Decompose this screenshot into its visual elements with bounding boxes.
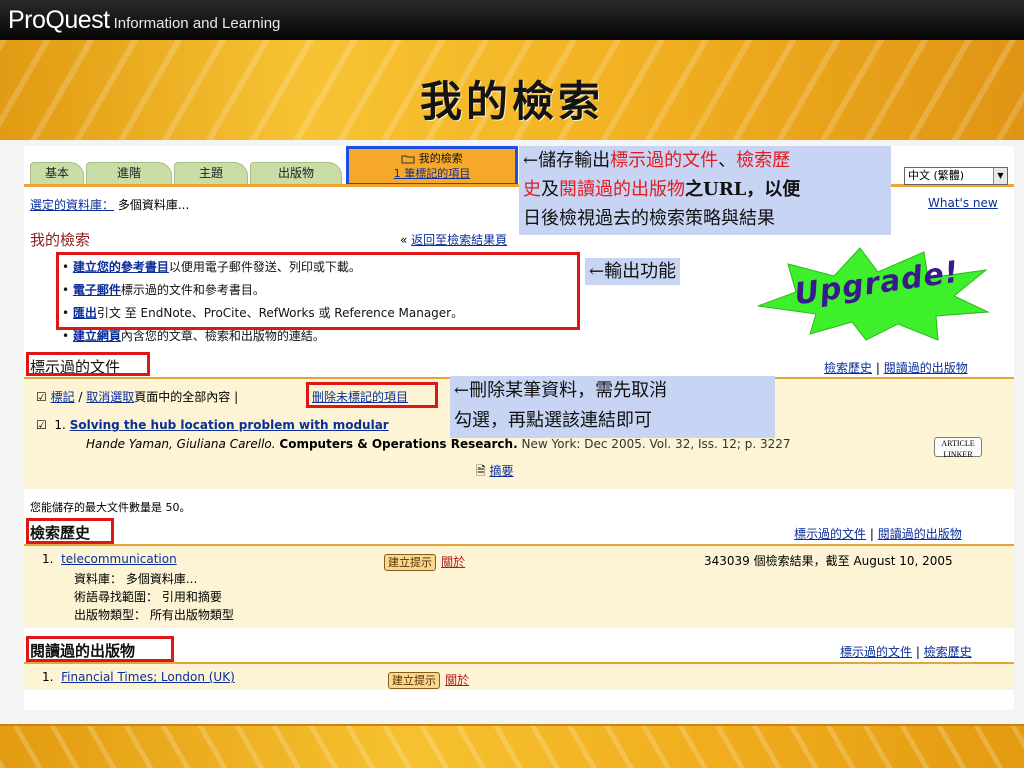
- read-pub-actions: 建立提示 關於: [388, 669, 469, 689]
- history-scope: 術語尋找範圍： 引用和摘要: [74, 590, 222, 604]
- slide-title: 我的檢索: [419, 77, 604, 126]
- language-select[interactable]: 中文 (繁體) ▼: [904, 167, 1008, 185]
- history-nav: 標示過的文件 | 閱讀過的出版物: [794, 527, 962, 541]
- max-docs-note: 您能儲存的最大文件數量是 50。: [30, 501, 191, 514]
- whats-new-link[interactable]: What's new: [928, 196, 998, 210]
- create-alert-button[interactable]: 建立提示: [384, 554, 436, 571]
- mark-all-link[interactable]: 標記: [51, 390, 75, 404]
- back-to-results-link[interactable]: 返回至檢索結果頁: [411, 233, 507, 247]
- read-pub-item: 1. Financial Times; London (UK): [42, 670, 235, 684]
- create-alert-button-2[interactable]: 建立提示: [388, 672, 440, 689]
- marked-items-count-link[interactable]: 1 筆標記的項目: [349, 166, 515, 181]
- back-to-results: « 返回至檢索結果頁: [400, 233, 508, 247]
- document-icon: 🗎: [476, 464, 486, 478]
- save-callout: ←儲存輸出標示過的文件、檢索歷 史及閱讀過的出版物之URL，以便 日後檢視過去的…: [519, 146, 891, 235]
- tab-publications[interactable]: 出版物: [250, 162, 342, 184]
- marked-docs-highlight: [26, 352, 150, 376]
- chevron-down-icon: ▼: [993, 168, 1007, 184]
- history-result-count: 343039 個檢索結果，截至 August 10, 2005: [704, 554, 953, 568]
- abstract: 🗎 摘要: [476, 462, 514, 483]
- about-link[interactable]: 關於: [441, 555, 465, 569]
- my-search-heading: 我的檢索: [30, 231, 91, 249]
- tab-advanced[interactable]: 進階: [86, 162, 172, 184]
- footer-banner: [0, 724, 1024, 768]
- marked-toolbar: ☑ 標記 / 取消選取頁面中的全部內容 |: [36, 390, 239, 404]
- read-pubs-nav: 標示過的文件 | 檢索歷史: [840, 645, 972, 659]
- search-history-link-2[interactable]: 檢索歷史: [924, 645, 972, 659]
- export-callout: ←輸出功能: [585, 258, 681, 285]
- read-publications-link-2[interactable]: 閱讀過的出版物: [878, 527, 962, 541]
- delete-callout: ←刪除某筆資料，需先取消 勾選，再點選該連結即可: [450, 376, 775, 438]
- abstract-link[interactable]: 摘要: [489, 464, 513, 478]
- history-query-link[interactable]: telecommunication: [61, 552, 177, 566]
- item-title-link[interactable]: Solving the hub location problem with mo…: [70, 418, 389, 432]
- proquest-logo: ProQuest Information and Learning: [8, 6, 281, 34]
- selected-db: 選定的資料庫： 多個資料庫...: [30, 198, 190, 212]
- history-actions: 建立提示 關於: [384, 551, 465, 571]
- read-pubs-highlight: [26, 636, 174, 662]
- history-item: 1. telecommunication: [42, 552, 177, 566]
- export-functions-highlight: [56, 252, 580, 330]
- create-webpage-link[interactable]: 建立網頁: [73, 329, 121, 343]
- delete-highlight: [306, 382, 438, 408]
- tab-my-search[interactable]: 我的檢索 1 筆標記的項目: [346, 146, 518, 186]
- tab-topic[interactable]: 主題: [174, 162, 248, 184]
- marked-docs-nav: 檢索歷史 | 閱讀過的出版物: [824, 361, 968, 375]
- history-db: 資料庫： 多個資料庫...: [74, 572, 198, 586]
- history-highlight: [26, 518, 114, 544]
- marked-item-row: ☑ 1. Solving the hub location problem wi…: [36, 418, 389, 432]
- marked-docs-link-2[interactable]: 標示過的文件: [840, 645, 912, 659]
- marked-docs-link[interactable]: 標示過的文件: [794, 527, 866, 541]
- about-link-2[interactable]: 關於: [445, 673, 469, 687]
- item-checkbox[interactable]: ☑: [36, 418, 47, 432]
- search-history-link[interactable]: 檢索歷史: [824, 361, 872, 375]
- tab-my-search-label: 我的檢索: [349, 151, 515, 166]
- read-publications-link[interactable]: 閱讀過的出版物: [884, 361, 968, 375]
- checkbox-icon[interactable]: ☑: [36, 390, 47, 404]
- item-citation: Hande Yaman, Giuliana Carello. Computers…: [86, 437, 791, 451]
- folder-icon: [401, 155, 415, 164]
- unmark-all-link[interactable]: 取消選取: [86, 390, 134, 404]
- article-linker-badge[interactable]: ARTICLE LINKER: [934, 437, 982, 459]
- tab-basic[interactable]: 基本: [30, 162, 84, 184]
- publication-link[interactable]: Financial Times; London (UK): [61, 670, 235, 684]
- selected-db-link[interactable]: 選定的資料庫：: [30, 198, 114, 212]
- top-bar: ProQuest Information and Learning: [0, 0, 1024, 40]
- history-type: 出版物類型： 所有出版物類型: [74, 608, 234, 622]
